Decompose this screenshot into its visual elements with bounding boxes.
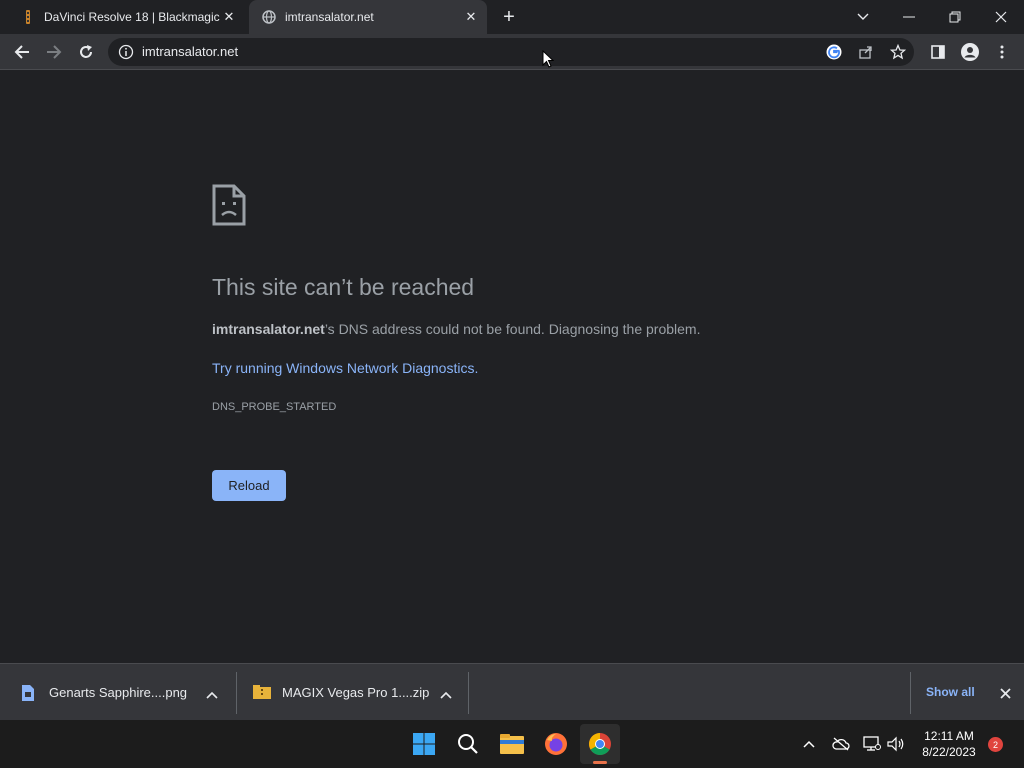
tab-search-button[interactable] <box>840 0 886 34</box>
google-translate-icon[interactable] <box>826 44 842 60</box>
zip-file-icon <box>253 684 271 701</box>
forward-button[interactable] <box>40 38 68 66</box>
mouse-cursor-icon <box>542 49 555 73</box>
download-item[interactable]: MAGIX Vegas Pro 1....zip <box>253 664 453 721</box>
download-bar: Genarts Sapphire....png MAGIX Vegas Pro … <box>0 663 1024 720</box>
url-text: imtransalator.net <box>142 44 239 59</box>
file-explorer-icon[interactable] <box>492 724 532 764</box>
error-code: DNS_PROBE_STARTED <box>212 401 337 413</box>
tab-davinci[interactable]: DaVinci Resolve 18 | Blackmagic ✕ <box>8 0 245 34</box>
onedrive-offline-icon[interactable] <box>829 732 853 756</box>
tab-title: imtransalator.net <box>285 10 374 24</box>
close-icon[interactable]: ✕ <box>221 9 237 25</box>
reload-button[interactable]: Reload <box>212 470 286 501</box>
restore-button[interactable] <box>932 0 978 34</box>
menu-kebab-icon[interactable] <box>988 38 1016 66</box>
close-icon[interactable]: ✕ <box>463 9 479 25</box>
error-message: imtransalator.net’s DNS address could no… <box>212 321 700 337</box>
address-bar[interactable]: imtransalator.net <box>108 38 914 66</box>
profile-icon[interactable] <box>956 38 984 66</box>
browser-toolbar: imtransalator.net <box>0 34 1024 70</box>
globe-icon <box>261 9 277 25</box>
side-panel-icon[interactable] <box>924 38 952 66</box>
download-filename: Genarts Sapphire....png <box>49 685 188 700</box>
error-domain: imtransalator.net <box>212 321 325 337</box>
close-download-bar-icon[interactable] <box>996 684 1014 702</box>
new-tab-button[interactable]: + <box>499 7 519 27</box>
page-content: This site can’t be reached imtransalator… <box>0 70 1024 663</box>
chevron-up-icon[interactable] <box>206 687 218 702</box>
reload-icon[interactable] <box>72 38 100 66</box>
divider <box>910 672 911 714</box>
chrome-icon[interactable] <box>580 724 620 764</box>
start-icon[interactable] <box>404 724 444 764</box>
active-indicator <box>593 761 607 764</box>
chevron-up-icon[interactable] <box>797 732 821 756</box>
info-icon[interactable] <box>118 44 134 60</box>
tab-imtransalator[interactable]: imtransalator.net ✕ <box>249 0 487 34</box>
window-close-button[interactable] <box>978 0 1024 34</box>
network-icon[interactable] <box>860 732 884 756</box>
divider <box>468 672 469 714</box>
download-filename: MAGIX Vegas Pro 1....zip <box>282 685 430 700</box>
minimize-button[interactable] <box>886 0 932 34</box>
firefox-icon[interactable] <box>536 724 576 764</box>
windows-taskbar: 12:11 AM 8/22/2023 <box>0 720 1024 768</box>
bookmark-star-icon[interactable] <box>890 44 906 60</box>
network-diagnostics-link[interactable]: Try running Windows Network Diagnostics. <box>212 360 478 376</box>
image-file-icon <box>22 684 36 701</box>
show-all-button[interactable]: Show all <box>926 664 975 721</box>
back-button[interactable] <box>8 38 36 66</box>
divider <box>236 672 237 714</box>
tab-title: DaVinci Resolve 18 | Blackmagic <box>44 10 220 24</box>
clock-time: 12:11 AM <box>924 729 974 743</box>
tab-strip: DaVinci Resolve 18 | Blackmagic ✕ imtran… <box>0 0 1024 34</box>
sad-page-icon <box>212 184 246 226</box>
chevron-up-icon[interactable] <box>440 687 452 702</box>
error-message-text: ’s DNS address could not be found. Diagn… <box>324 321 701 337</box>
notification-badge[interactable]: 2 <box>988 737 1003 752</box>
search-icon[interactable] <box>448 724 488 764</box>
system-clock[interactable]: 12:11 AM 8/22/2023 <box>914 728 984 760</box>
error-title: This site can’t be reached <box>212 274 475 300</box>
davinci-icon <box>20 9 36 25</box>
volume-icon[interactable] <box>884 732 908 756</box>
download-item[interactable]: Genarts Sapphire....png <box>22 664 222 721</box>
clock-date: 8/22/2023 <box>922 745 976 759</box>
share-icon[interactable] <box>858 44 874 60</box>
